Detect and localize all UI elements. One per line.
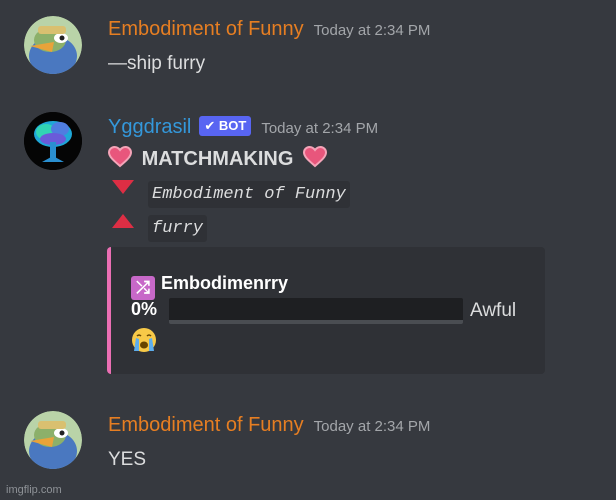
down-triangle-icon — [112, 180, 134, 194]
timestamp: Today at 2:34 PM — [313, 22, 431, 39]
match-rating: Awful — [470, 300, 517, 321]
match-name-2-row: furry — [112, 214, 208, 242]
user-avatar[interactable] — [24, 411, 82, 469]
bot-name[interactable]: Yggdrasil ✔ BOT Today at 2:34 PM — [108, 116, 378, 139]
match-percent: 0% — [131, 299, 158, 319]
embed-title: ⤮ Embodimenrry — [131, 273, 288, 300]
up-triangle-icon — [112, 214, 134, 228]
author-name[interactable]: Embodiment of Funny Today at 2:34 PM — [108, 18, 430, 41]
embed-title-text: Embodimenrry — [161, 273, 289, 293]
heart-icon — [302, 145, 327, 168]
message-text: YES — [108, 449, 147, 470]
bot-name-text[interactable]: Yggdrasil — [108, 116, 191, 138]
match-name-1: Embodiment of Funny — [148, 181, 350, 208]
match-progress-bar — [169, 298, 463, 324]
crying-face-icon — [132, 328, 156, 352]
timestamp: Today at 2:34 PM — [261, 120, 379, 137]
match-name-1-row: Embodiment of Funny — [112, 180, 350, 208]
bot-tag-badge: ✔ BOT — [199, 116, 252, 136]
watermark: imgflip.com — [6, 484, 62, 496]
heading-text: MATCHMAKING — [141, 148, 294, 170]
author-name-text[interactable]: Embodiment of Funny — [108, 414, 304, 436]
shuffle-icon: ⤮ — [131, 276, 155, 300]
timestamp: Today at 2:34 PM — [313, 418, 431, 435]
user-avatar[interactable] — [24, 16, 82, 74]
author-name[interactable]: Embodiment of Funny Today at 2:34 PM — [108, 414, 430, 437]
author-name-text[interactable]: Embodiment of Funny — [108, 18, 304, 40]
match-embed: ⤮ Embodimenrry 0% Awful — [107, 247, 545, 374]
bot-avatar[interactable] — [24, 112, 82, 170]
match-name-2: furry — [148, 215, 208, 242]
matchmaking-heading: MATCHMAKING — [108, 145, 327, 171]
message-text: —ship furry — [108, 53, 206, 74]
heart-icon — [108, 145, 132, 168]
